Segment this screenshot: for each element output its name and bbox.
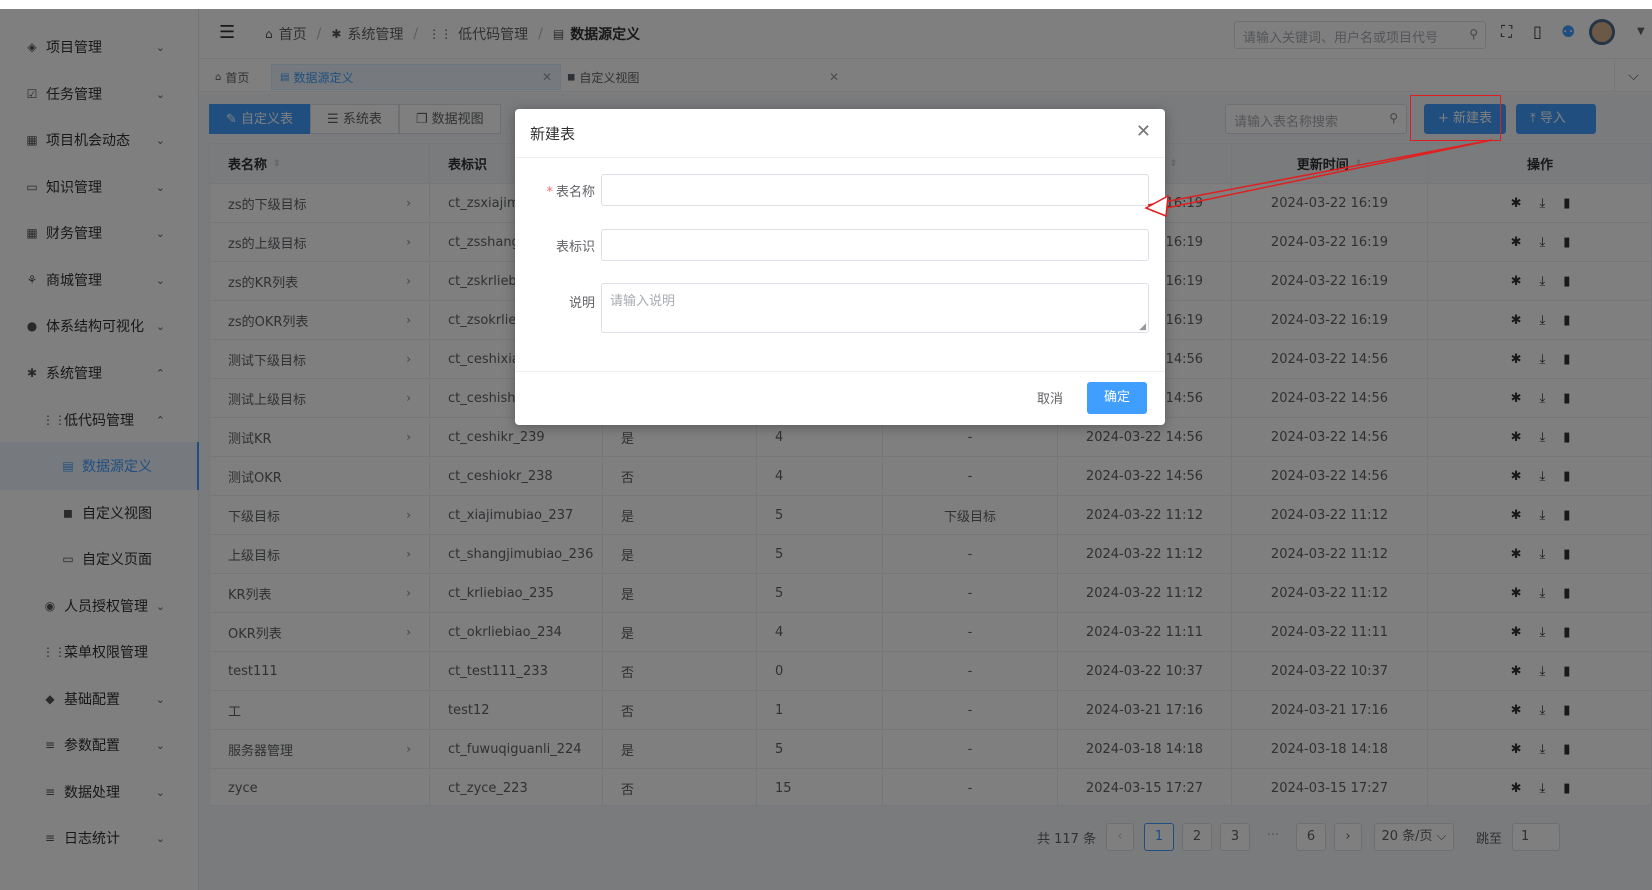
table-name-label: * 表名称 bbox=[515, 181, 595, 200]
new-table-dialog: 新建表 ✕ * 表名称 表标识 说明 请输入说明 ◢ 取消 确定 bbox=[515, 109, 1165, 425]
table-name-input[interactable] bbox=[601, 174, 1149, 206]
resize-handle-icon[interactable]: ◢ bbox=[1139, 322, 1146, 332]
annotation-box bbox=[1410, 95, 1501, 141]
dialog-title: 新建表 bbox=[530, 125, 576, 143]
app-window: ◈项目管理⌄☑任务管理⌄▦项目机会动态⌄▭知识管理⌄▦财务管理⌄⚘商城管理⌄●体… bbox=[0, 9, 1652, 890]
required-mark: * bbox=[546, 185, 553, 200]
cancel-button[interactable]: 取消 bbox=[1025, 385, 1075, 415]
description-placeholder: 请输入说明 bbox=[610, 294, 676, 309]
table-id-input[interactable] bbox=[601, 229, 1149, 261]
close-icon[interactable]: ✕ bbox=[1136, 121, 1151, 142]
description-label: 说明 bbox=[568, 296, 595, 311]
divider bbox=[515, 157, 1165, 158]
description-textarea[interactable]: 请输入说明 ◢ bbox=[601, 283, 1149, 333]
table-id-label: 表标识 bbox=[555, 240, 595, 255]
field-label: 表名称 bbox=[555, 185, 595, 200]
confirm-button[interactable]: 确定 bbox=[1087, 382, 1147, 414]
divider bbox=[515, 371, 1165, 372]
